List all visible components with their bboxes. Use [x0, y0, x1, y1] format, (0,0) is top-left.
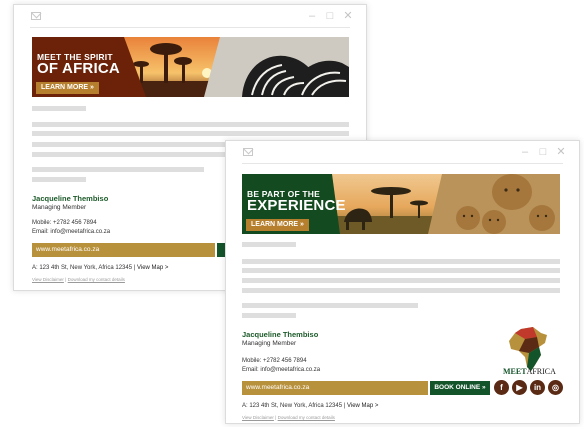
- title-divider: [242, 163, 563, 164]
- footer-links: View Disclaimer | Download my contact de…: [32, 277, 125, 282]
- signature-name: Jacqueline Thembiso: [242, 330, 319, 339]
- logo-wordmark: MEETAFRICA: [503, 367, 556, 376]
- youtube-icon[interactable]: ▶: [512, 380, 527, 395]
- minimize-button[interactable]: –: [306, 9, 318, 23]
- download-contact-link[interactable]: Download my contact details: [278, 415, 335, 420]
- placeholder-line: [242, 268, 560, 273]
- address-separator: |: [133, 265, 136, 271]
- footer-separator: |: [65, 277, 67, 282]
- mail-icon: [243, 148, 253, 156]
- email-window-2: – □ ✕ BE PART OF THE EXPERIENCE LEARN MO…: [225, 140, 580, 424]
- linkedin-icon[interactable]: in: [530, 380, 545, 395]
- placeholder-line: [32, 167, 204, 172]
- view-map-link[interactable]: View Map >: [137, 265, 168, 271]
- placeholder-line: [242, 259, 560, 264]
- title-divider: [30, 27, 350, 28]
- view-disclaimer-link[interactable]: View Disclaimer: [32, 277, 64, 282]
- view-disclaimer-link[interactable]: View Disclaimer: [242, 415, 274, 420]
- website-link[interactable]: www.meetafrica.co.za: [242, 381, 428, 395]
- close-button[interactable]: ✕: [555, 145, 567, 159]
- address-text: A: 123 4th St, New York, Africa 12345: [32, 265, 133, 271]
- placeholder-line: [32, 131, 349, 136]
- footer-separator: |: [275, 415, 277, 420]
- book-online-button[interactable]: BOOK ONLINE »: [430, 381, 490, 395]
- signature-email[interactable]: Email: info@meetafrica.co.za: [242, 367, 320, 373]
- address-separator: |: [343, 403, 346, 409]
- window-controls: – □ ✕: [306, 9, 354, 23]
- placeholder-line: [242, 288, 560, 293]
- placeholder-line: [242, 303, 418, 308]
- signature-mobile: Mobile: +2782 456 7894: [242, 358, 307, 364]
- maximize-button[interactable]: □: [324, 9, 336, 23]
- signature-role: Managing Member: [32, 204, 87, 211]
- facebook-icon[interactable]: f: [494, 380, 509, 395]
- signature-name: Jacqueline Thembiso: [32, 194, 109, 203]
- social-links: f ▶ in ◎: [494, 380, 563, 395]
- close-button[interactable]: ✕: [342, 9, 354, 23]
- address-line: A: 123 4th St, New York, Africa 12345 | …: [32, 265, 168, 271]
- banner-headline-large: EXPERIENCE: [247, 197, 346, 214]
- window-controls: – □ ✕: [519, 145, 567, 159]
- learn-more-button[interactable]: LEARN MORE »: [36, 82, 99, 94]
- learn-more-button[interactable]: LEARN MORE »: [246, 219, 309, 231]
- logo-meet-text: MEET: [503, 367, 527, 376]
- maximize-button[interactable]: □: [537, 145, 549, 159]
- signature-role: Managing Member: [242, 340, 297, 347]
- address-text: A: 123 4th St, New York, Africa 12345: [242, 403, 343, 409]
- placeholder-line: [32, 177, 86, 182]
- placeholder-line: [32, 152, 232, 157]
- logo-africa-text: AFRICA: [526, 367, 556, 376]
- download-contact-link[interactable]: Download my contact details: [68, 277, 125, 282]
- website-link[interactable]: www.meetafrica.co.za: [32, 243, 215, 257]
- placeholder-line: [32, 122, 349, 127]
- banner-headline-large: OF AFRICA: [37, 60, 120, 77]
- placeholder-line: [32, 106, 86, 111]
- promo-banner[interactable]: BE PART OF THE EXPERIENCE LEARN MORE »: [242, 174, 560, 234]
- instagram-icon[interactable]: ◎: [548, 380, 563, 395]
- email-previews: – □ ✕ MEET THE SPIRIT OF AFRICA LEARN MO…: [0, 0, 584, 427]
- view-map-link[interactable]: View Map >: [347, 403, 378, 409]
- title-bar: – □ ✕: [226, 141, 579, 164]
- minimize-button[interactable]: –: [519, 145, 531, 159]
- signature-mobile: Mobile: +2782 456 7894: [32, 220, 97, 226]
- title-bar: – □ ✕: [14, 5, 366, 28]
- signature-email[interactable]: Email: info@meetafrica.co.za: [32, 229, 110, 235]
- address-line: A: 123 4th St, New York, Africa 12345 | …: [242, 403, 378, 409]
- placeholder-line: [242, 278, 560, 283]
- footer-links: View Disclaimer | Download my contact de…: [242, 415, 335, 420]
- promo-banner[interactable]: MEET THE SPIRIT OF AFRICA LEARN MORE »: [32, 37, 349, 97]
- placeholder-line: [242, 242, 296, 247]
- placeholder-line: [242, 313, 296, 318]
- mail-icon: [31, 12, 41, 20]
